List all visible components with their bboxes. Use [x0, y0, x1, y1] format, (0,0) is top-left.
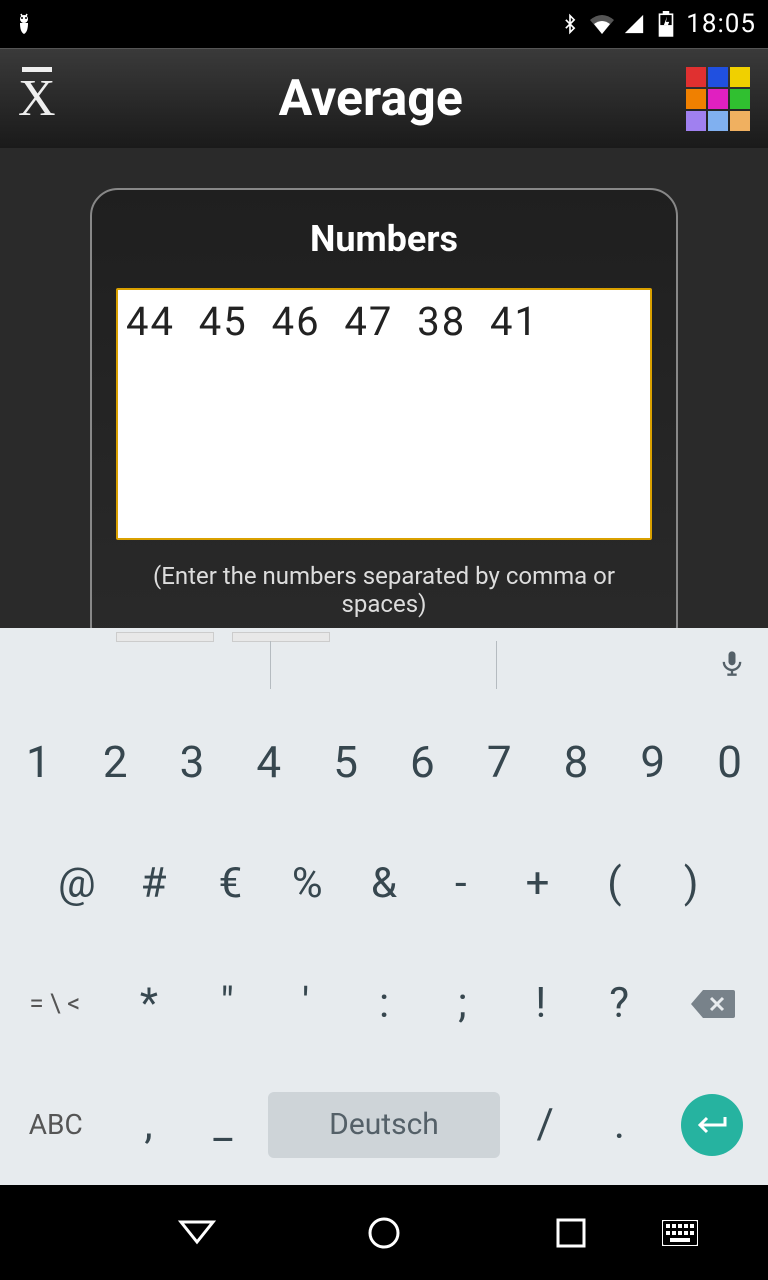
- key-3[interactable]: 3: [154, 702, 231, 823]
- nav-keyboard-switch-button[interactable]: [650, 1203, 710, 1263]
- bluetooth-icon: [558, 12, 582, 36]
- key-comma[interactable]: ,: [111, 1064, 185, 1185]
- key-underscore[interactable]: _: [186, 1064, 260, 1185]
- key-minus[interactable]: -: [422, 823, 499, 944]
- key-rparen[interactable]: ): [653, 823, 730, 944]
- suggestion-bar: [0, 628, 768, 702]
- key-at[interactable]: @: [38, 823, 115, 944]
- mic-button[interactable]: [718, 645, 746, 685]
- key-6[interactable]: 6: [384, 702, 461, 823]
- key-semicolon[interactable]: ;: [423, 944, 501, 1065]
- key-squote[interactable]: ': [266, 944, 344, 1065]
- numbers-card: Numbers (Enter the numbers separated by …: [90, 188, 678, 654]
- key-ampersand[interactable]: &: [346, 823, 423, 944]
- keyboard-row-4: ABC , _ Deutsch / .: [0, 1064, 768, 1185]
- key-slash[interactable]: /: [508, 1064, 582, 1185]
- key-dquote[interactable]: ": [188, 944, 266, 1065]
- key-0[interactable]: 0: [691, 702, 768, 823]
- apps-grid-button[interactable]: [686, 67, 750, 131]
- key-question[interactable]: ?: [580, 944, 658, 1065]
- key-percent[interactable]: %: [269, 823, 346, 944]
- key-euro[interactable]: €: [192, 823, 269, 944]
- soft-keyboard: 1 2 3 4 5 6 7 8 9 0 @ # € % & - + ( ) = …: [0, 628, 768, 1185]
- key-backspace[interactable]: [658, 986, 768, 1022]
- cellular-icon: [622, 12, 646, 36]
- key-symbols-more[interactable]: = \ <: [0, 944, 110, 1065]
- key-2[interactable]: 2: [77, 702, 154, 823]
- key-8[interactable]: 8: [538, 702, 615, 823]
- key-abc[interactable]: ABC: [0, 1064, 111, 1185]
- debug-icon: [12, 12, 36, 36]
- key-9[interactable]: 9: [614, 702, 691, 823]
- battery-icon: [654, 12, 678, 36]
- nav-back-button[interactable]: [167, 1203, 227, 1263]
- app-logo-icon[interactable]: X: [18, 69, 56, 128]
- input-hint: (Enter the numbers separated by comma or…: [116, 562, 652, 618]
- status-time: 18:05: [686, 9, 756, 39]
- nav-recent-button[interactable]: [541, 1203, 601, 1263]
- content-area: Numbers (Enter the numbers separated by …: [0, 148, 768, 628]
- divider: [270, 641, 271, 689]
- key-colon[interactable]: :: [345, 944, 423, 1065]
- card-title: Numbers: [116, 218, 652, 260]
- keyboard-row-1: 1 2 3 4 5 6 7 8 9 0: [0, 702, 768, 823]
- key-7[interactable]: 7: [461, 702, 538, 823]
- key-hash[interactable]: #: [115, 823, 192, 944]
- keyboard-row-2: @ # € % & - + ( ): [0, 823, 768, 944]
- divider: [496, 641, 497, 689]
- key-4[interactable]: 4: [230, 702, 307, 823]
- nav-home-button[interactable]: [354, 1203, 414, 1263]
- key-dot[interactable]: .: [582, 1064, 656, 1185]
- keyboard-row-3: = \ < * " ' : ; ! ?: [0, 944, 768, 1065]
- numbers-input[interactable]: [116, 288, 652, 540]
- key-plus[interactable]: +: [499, 823, 576, 944]
- key-5[interactable]: 5: [307, 702, 384, 823]
- key-exclaim[interactable]: !: [502, 944, 580, 1065]
- status-bar: 18:05: [0, 0, 768, 48]
- app-header: X Average: [0, 48, 768, 148]
- key-1[interactable]: 1: [0, 702, 77, 823]
- key-lparen[interactable]: (: [576, 823, 653, 944]
- wifi-icon: [590, 12, 614, 36]
- page-title: Average: [279, 70, 463, 128]
- navigation-bar: [0, 1185, 768, 1280]
- key-space[interactable]: Deutsch: [268, 1092, 500, 1158]
- key-enter[interactable]: [657, 1094, 768, 1156]
- key-asterisk[interactable]: *: [110, 944, 188, 1065]
